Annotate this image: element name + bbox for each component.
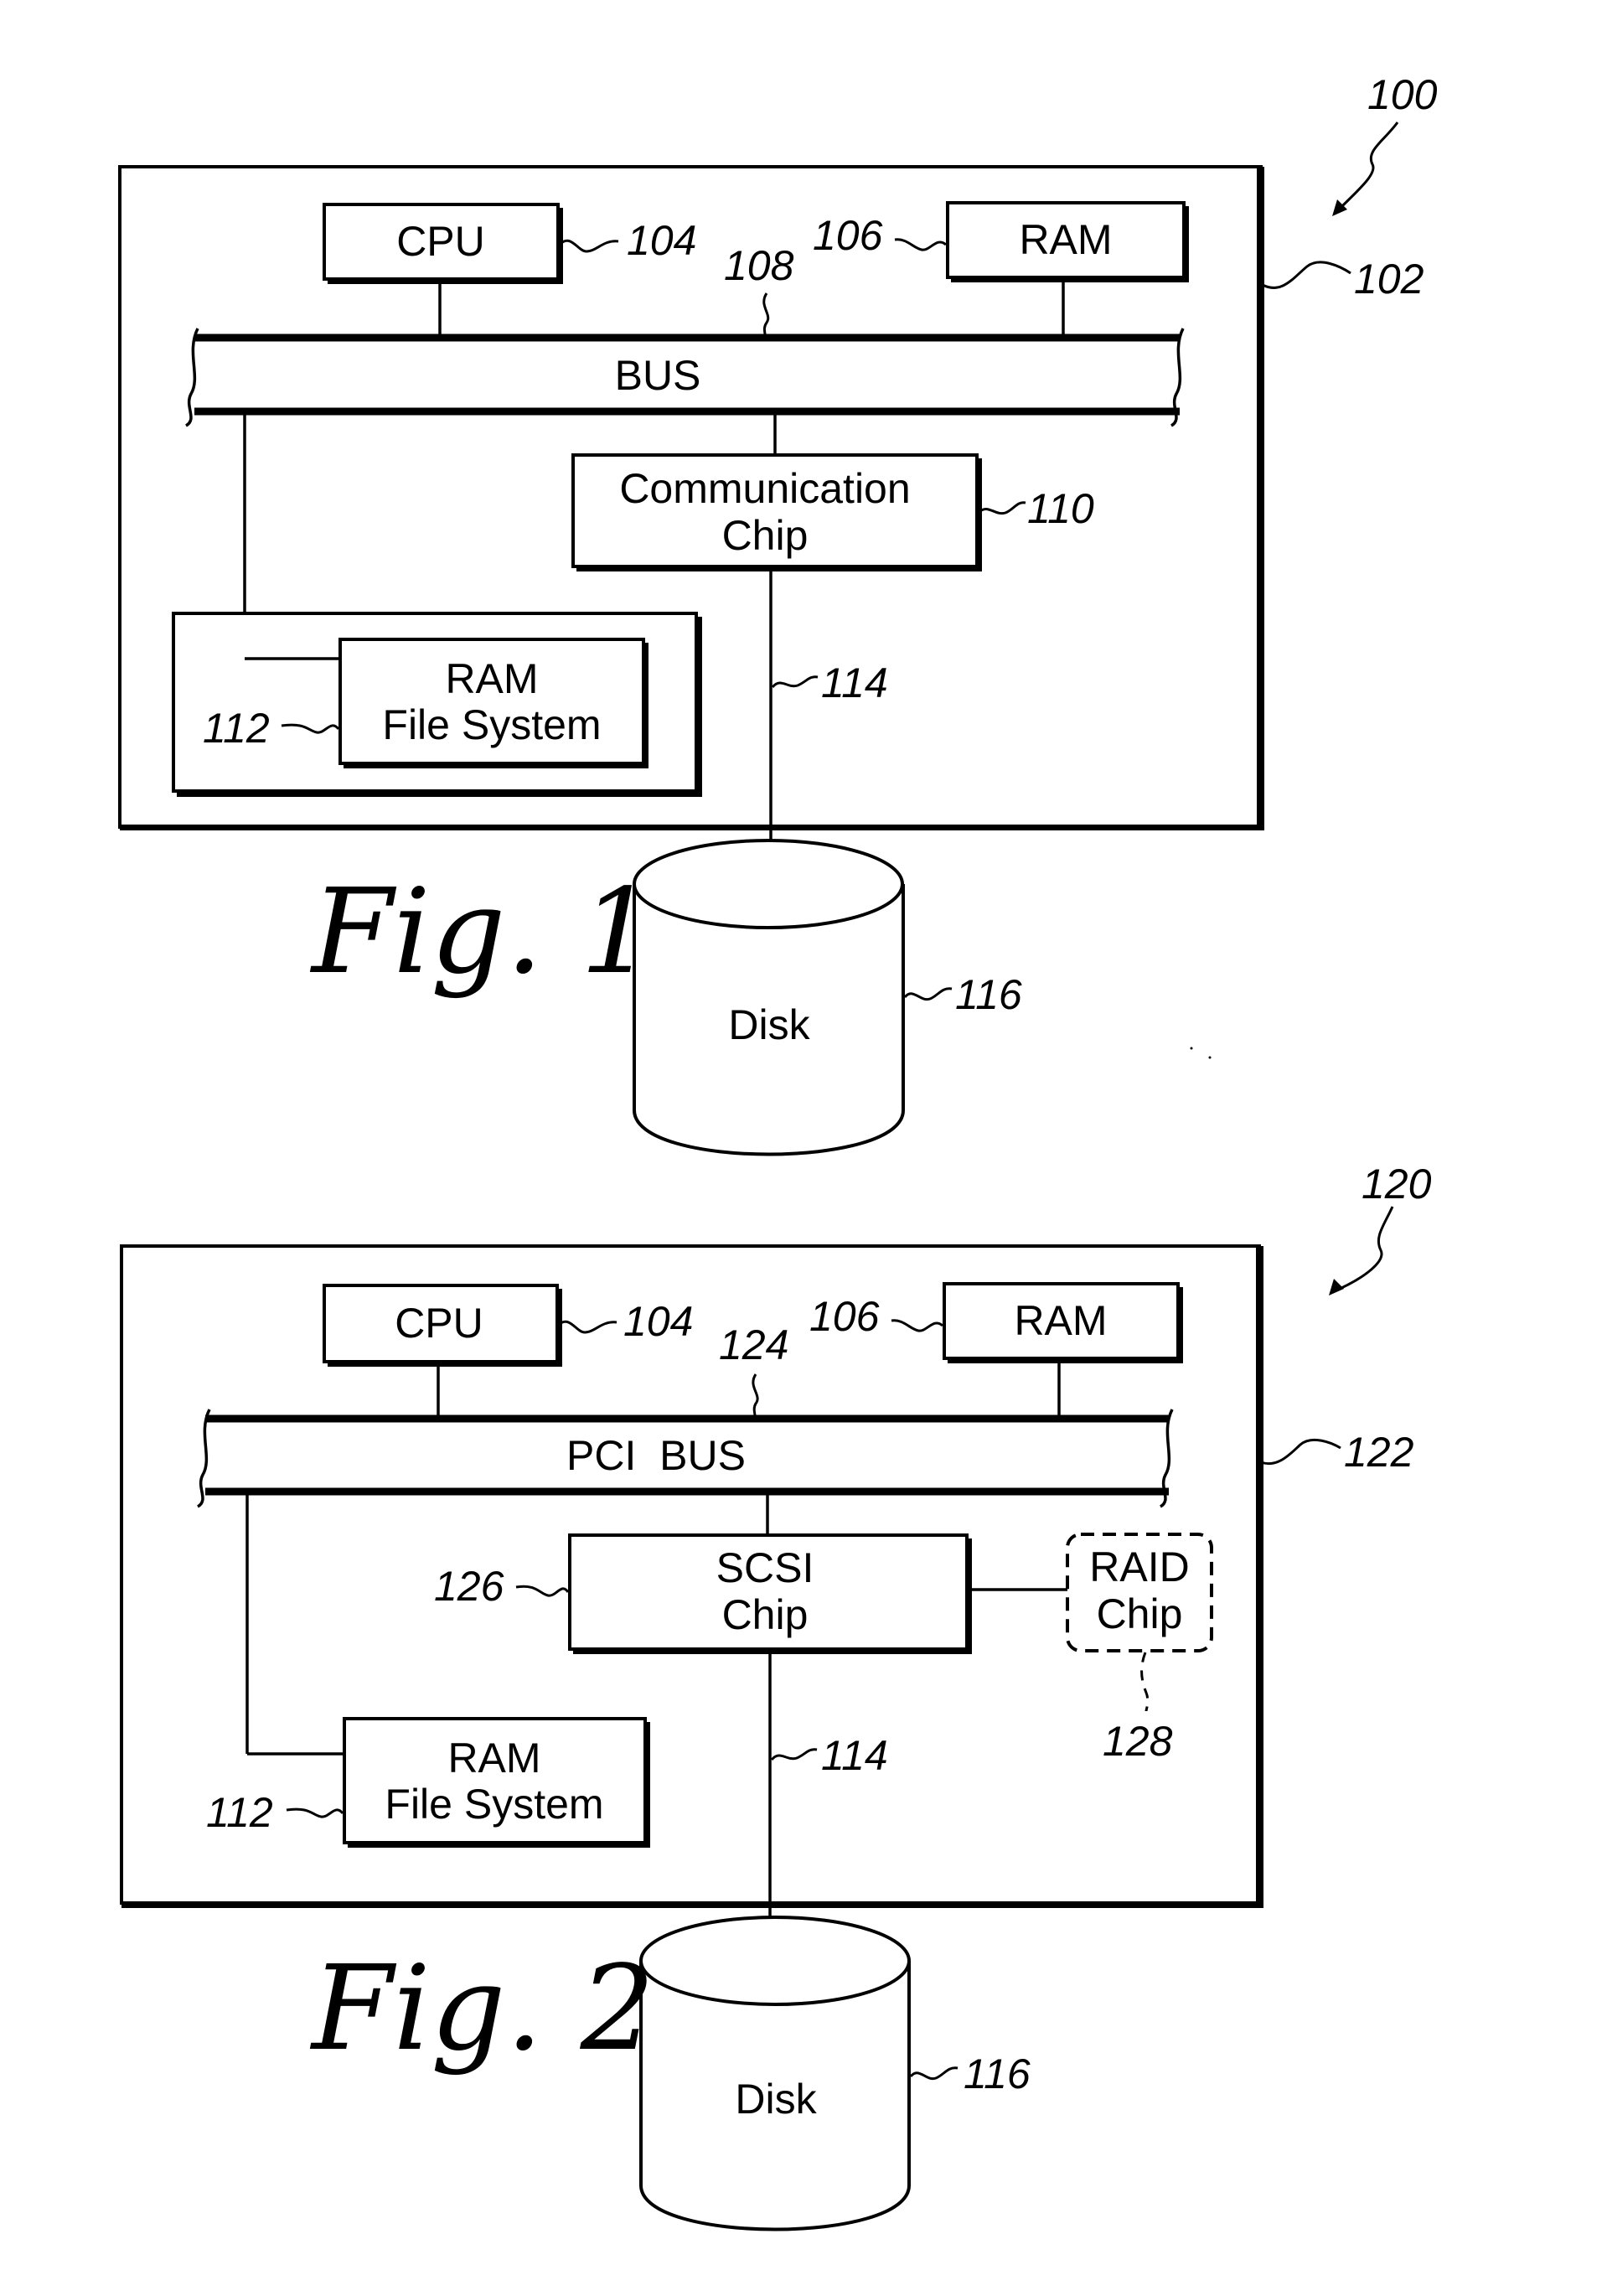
ramfs-ref-label: 112 [203, 705, 270, 752]
ram-ref-leader [894, 238, 948, 251]
ramfs-label-line1: RAM [447, 1735, 540, 1781]
cpu-block: CPU [323, 1284, 562, 1367]
ramfs-ref-leader [286, 1807, 344, 1818]
cpu-ref-leader [559, 1320, 617, 1334]
cpu-label: CPU [396, 218, 485, 265]
bus-ref-label: 124 [719, 1321, 788, 1368]
chip-label-line2: Chip [722, 512, 809, 559]
link-ref-label: 114 [821, 659, 888, 706]
cpu-ref-leader [561, 239, 619, 253]
ram-label: RAM [1014, 1297, 1107, 1344]
system-ref-arrow [1331, 1206, 1394, 1294]
cpu-ref-label: 104 [627, 217, 696, 264]
speck [1208, 1056, 1212, 1059]
disk-ref-label: 116 [964, 2050, 1031, 2097]
board-ref-leader [1260, 1438, 1341, 1466]
patent-drawing: 100 102 CPU 104 RAM 106 BUS 108 Communic… [118, 71, 1438, 2231]
ram-ref-label: 106 [809, 1293, 880, 1340]
link-ref-leader [770, 1748, 818, 1761]
ram-ref-leader [891, 1319, 944, 1332]
bus: BUS [184, 328, 1185, 427]
board-ref-label: 122 [1344, 1429, 1414, 1476]
chip-ref-leader [515, 1585, 570, 1597]
bus-ref-leader [752, 1373, 759, 1419]
chip-label-line2: Chip [722, 1591, 809, 1638]
system-ref-arrow [1334, 122, 1399, 215]
raid-chip-block: RAID Chip [1066, 1533, 1213, 1652]
figure-2: 120 122 CPU 104 RAM 106 PCI BUS 124 SCSI… [120, 1161, 1432, 2231]
ram-block: RAM [946, 201, 1189, 282]
raid-label-line1: RAID [1089, 1544, 1189, 1590]
link-ref-label: 114 [821, 1732, 888, 1779]
ramfs-label-line2: File System [385, 1781, 603, 1828]
arrowhead-icon [1329, 1279, 1344, 1295]
cpu-block: CPU [323, 203, 563, 284]
board-ref-leader [1262, 261, 1351, 289]
disk-label: Disk [735, 2076, 817, 2123]
ramfs-block: RAM File System [338, 638, 648, 768]
figure-caption: Fig. 2 [309, 1941, 655, 2077]
chip-ref-leader [977, 501, 1026, 515]
system-ref-label: 120 [1362, 1161, 1432, 1207]
disk-cylinder: Disk [633, 839, 905, 1156]
pci-bus: PCI BUS [196, 1409, 1174, 1508]
communication-chip-block: Communication Chip [571, 453, 982, 571]
disk-label: Disk [728, 1001, 810, 1048]
bus-ref-leader [762, 292, 770, 338]
chip-ref-label: 126 [434, 1563, 504, 1610]
disk-ref-label: 116 [955, 971, 1022, 1018]
cpu-ref-label: 104 [623, 1298, 693, 1345]
raid-label-line2: Chip [1097, 1590, 1183, 1637]
ramfs-label-line2: File System [382, 701, 601, 748]
bus-label: BUS [615, 352, 701, 399]
disk-ref-leader [903, 987, 953, 1001]
cpu-label: CPU [395, 1300, 483, 1347]
disk-ref-leader [909, 2066, 959, 2081]
ramfs-block: RAM File System [343, 1717, 650, 1848]
ram-block: RAM [943, 1282, 1183, 1363]
chip-label-line1: Communication [619, 465, 910, 512]
system-ref-label: 100 [1367, 71, 1438, 118]
ramfs-ref-label: 112 [206, 1789, 273, 1836]
disk-cylinder: Disk [639, 1916, 911, 2231]
raid-ref-label: 128 [1103, 1718, 1173, 1765]
raid-ref-leader [1140, 1652, 1150, 1712]
scsi-chip-block: SCSI Chip [568, 1533, 972, 1654]
ram-label: RAM [1019, 216, 1112, 263]
ram-ref-label: 106 [813, 212, 883, 259]
link-ref-leader [771, 675, 819, 689]
board-ref-label: 102 [1354, 256, 1424, 303]
bus-ref-label: 108 [724, 242, 794, 289]
ramfs-label-line1: RAM [445, 655, 538, 702]
bus-label: PCI BUS [566, 1432, 746, 1479]
chip-ref-label: 110 [1027, 485, 1094, 532]
chip-label-line1: SCSI [716, 1544, 814, 1591]
figure-caption: Fig. 1 [309, 864, 655, 1001]
figure-1: 100 102 CPU 104 RAM 106 BUS 108 Communic… [118, 71, 1438, 1156]
speck [1190, 1047, 1193, 1050]
